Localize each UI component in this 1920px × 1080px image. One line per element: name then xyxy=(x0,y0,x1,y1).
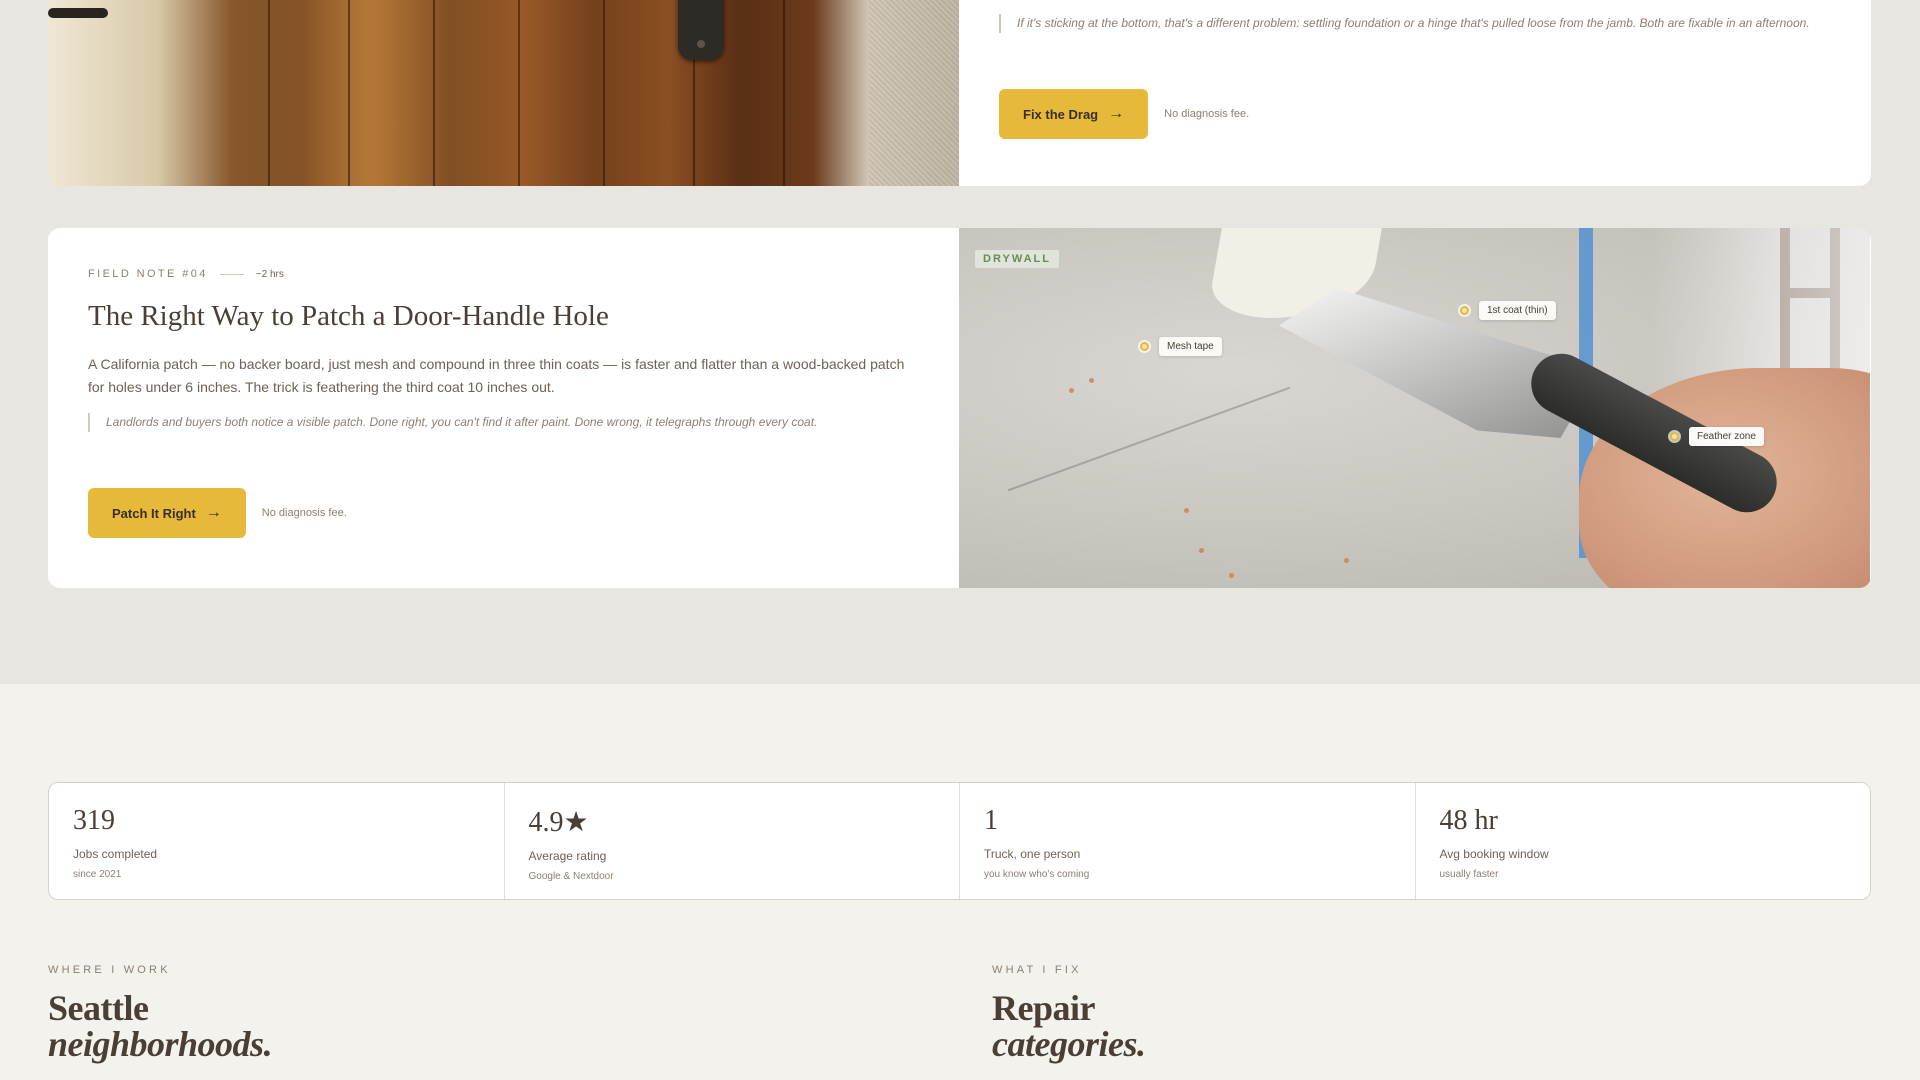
callout-dot-icon xyxy=(1670,432,1679,441)
lamp-image xyxy=(48,8,108,18)
patch-hole-card: FIELD NOTE #04 ~2 hrs The Right Way to P… xyxy=(48,228,1871,588)
stat-booking: 48 hr Avg booking window usually faster xyxy=(1416,783,1871,899)
no-diagnosis-fee-note: No diagnosis fee. xyxy=(1164,108,1250,121)
callout-mesh-tape[interactable]: Mesh tape xyxy=(1140,337,1222,356)
callout-label: Mesh tape xyxy=(1159,337,1222,356)
stat-label: Avg booking window xyxy=(1439,847,1549,861)
patch-it-right-button[interactable]: Patch It Right → xyxy=(88,488,246,539)
stat-sub: usually faster xyxy=(1439,869,1499,880)
patch-it-right-label: Patch It Right xyxy=(112,505,196,521)
stat-value: 1 xyxy=(984,805,998,836)
stat-value: 48 hr xyxy=(1439,805,1498,836)
patch-hole-quote: Landlords and buyers both notice a visib… xyxy=(88,413,919,433)
callout-label: Feather zone xyxy=(1689,427,1764,446)
where-heading: Seattle neighborhoods. xyxy=(48,988,273,1064)
duration-label: ~2 hrs xyxy=(255,268,284,280)
patch-hole-content: FIELD NOTE #04 ~2 hrs The Right Way to P… xyxy=(48,228,959,588)
door-drag-card: If it's sticking at the bottom, that's a… xyxy=(48,0,1871,186)
fix-the-drag-button[interactable]: Fix the Drag → xyxy=(999,89,1149,140)
lower-section: 319 Jobs completed since 2021 4.9★ Avera… xyxy=(0,684,1920,1080)
where-heading-line1: Seattle xyxy=(48,988,149,1028)
callout-dot-icon xyxy=(1140,342,1149,351)
stat-value: 319 xyxy=(73,805,115,836)
patch-hole-cta-row: Patch It Right → No diagnosis fee. xyxy=(88,488,919,539)
patch-hole-title: The Right Way to Patch a Door-Handle Hol… xyxy=(88,300,609,332)
patch-hole-body: A California patch — no backer board, ju… xyxy=(88,356,905,396)
fix-the-drag-label: Fix the Drag xyxy=(1023,106,1099,122)
what-heading-line1: Repair xyxy=(992,988,1095,1028)
stat-value: 4.9★ xyxy=(528,807,589,838)
stats-bar: 319 Jobs completed since 2021 4.9★ Avera… xyxy=(48,782,1871,900)
what-i-fix-section: WHAT I FIX Repair categories. xyxy=(992,964,1146,1064)
stat-sub: Google & Nextdoor xyxy=(528,871,614,882)
where-heading-line2: neighborhoods. xyxy=(48,1024,273,1064)
callout-dot-icon xyxy=(1460,306,1469,315)
callout-label: 1st coat (thin) xyxy=(1479,301,1556,320)
stat-label: Average rating xyxy=(528,849,607,863)
what-heading: Repair categories. xyxy=(992,988,1146,1064)
stat-label: Truck, one person xyxy=(984,847,1081,861)
stat-truck: 1 Truck, one person you know who's comin… xyxy=(960,783,1416,899)
where-i-work-section: WHERE I WORK Seattle neighborhoods. xyxy=(48,964,273,1064)
stat-label: Jobs completed xyxy=(73,847,158,861)
stat-jobs: 319 Jobs completed since 2021 xyxy=(49,783,505,899)
stat-sub: since 2021 xyxy=(73,869,122,880)
callout-feather-zone[interactable]: Feather zone xyxy=(1670,427,1764,446)
door-handle-image xyxy=(678,0,724,60)
meta-divider xyxy=(219,273,244,275)
where-eyebrow: WHERE I WORK xyxy=(48,964,171,976)
stat-rating: 4.9★ Average rating Google & Nextdoor xyxy=(505,783,960,899)
door-drag-cta-row: Fix the Drag → No diagnosis fee. xyxy=(999,89,1830,140)
what-eyebrow: WHAT I FIX xyxy=(992,964,1082,976)
drywall-photo: DRYWALL Mesh tape 1st coat (thin) Feathe… xyxy=(959,228,1870,588)
no-diagnosis-fee-note: No diagnosis fee. xyxy=(261,507,347,520)
field-note-meta: FIELD NOTE #04 ~2 hrs xyxy=(88,268,919,280)
arrow-right-icon: → xyxy=(1108,105,1125,123)
stat-sub: you know who's coming xyxy=(984,869,1090,880)
what-heading-line2: categories. xyxy=(992,1024,1146,1064)
drywall-tag: DRYWALL xyxy=(975,250,1059,268)
door-drag-quote: If it's sticking at the bottom, that's a… xyxy=(999,14,1830,34)
arrow-right-icon: → xyxy=(205,504,222,522)
field-note-number: FIELD NOTE #04 xyxy=(88,268,208,280)
door-photo xyxy=(48,0,959,186)
door-drag-content: If it's sticking at the bottom, that's a… xyxy=(959,0,1870,186)
callout-first-coat[interactable]: 1st coat (thin) xyxy=(1460,301,1556,320)
